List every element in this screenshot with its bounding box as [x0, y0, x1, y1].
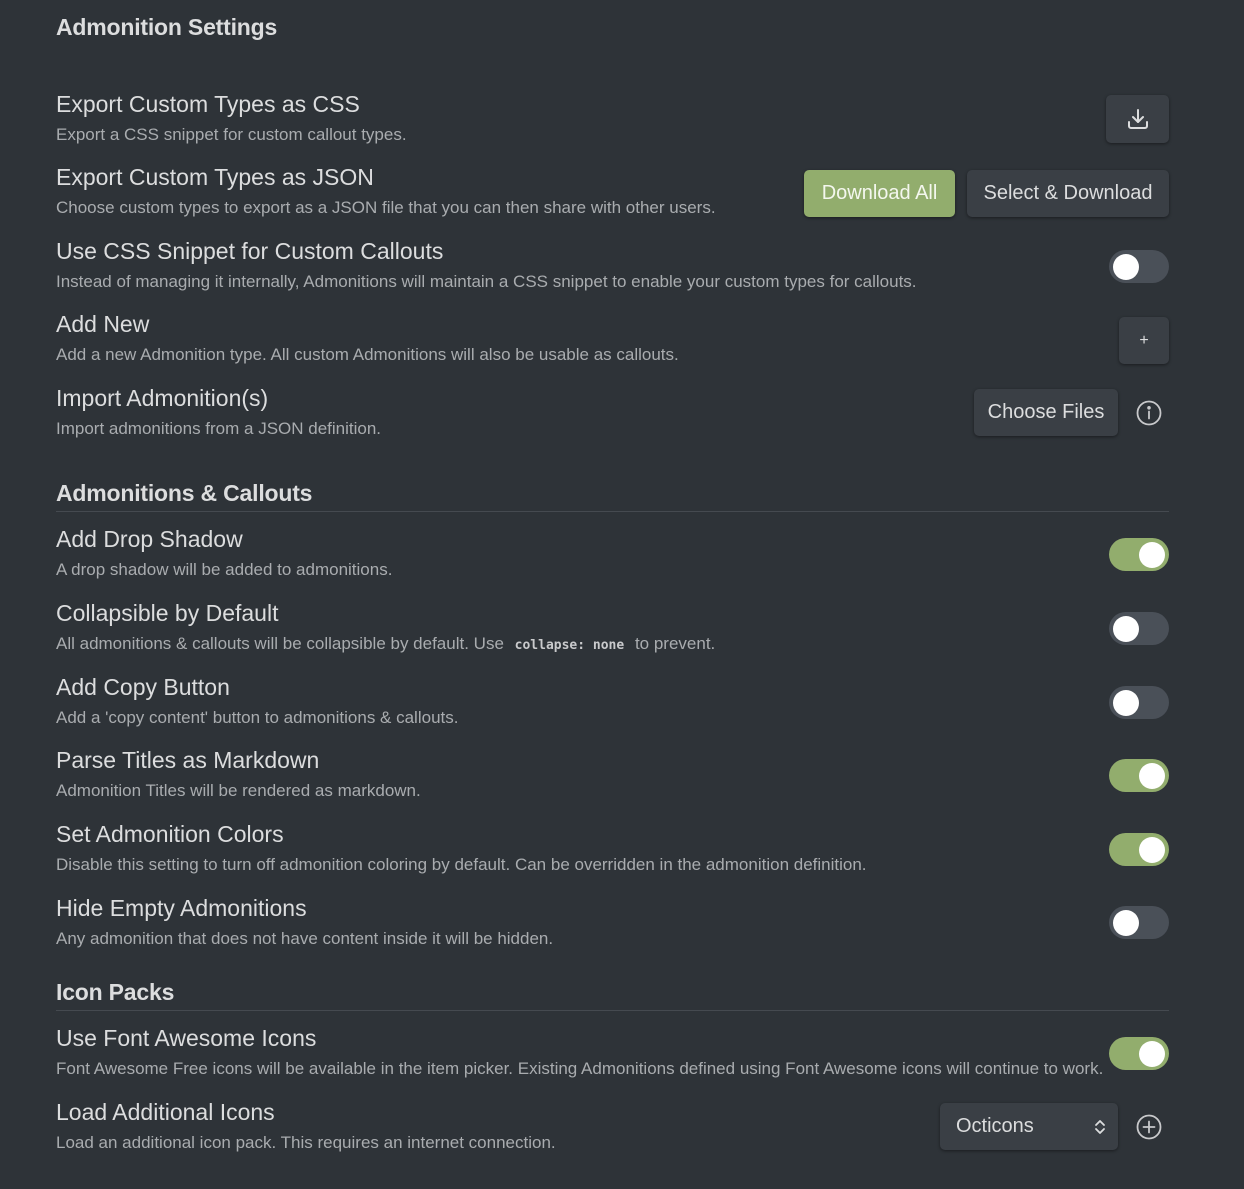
setting-name: Load Additional Icons — [56, 1099, 275, 1125]
setting-import: Import Admonition(s) Import admonitions … — [56, 385, 1169, 445]
setting-add-new: Add New Add a new Admonition type. All c… — [56, 311, 1169, 371]
section-heading-icon-packs: Icon Packs — [56, 979, 1169, 1011]
setting-description: A drop shadow will be added to admonitio… — [56, 560, 393, 579]
setting-css-snippet: Use CSS Snippet for Custom Callouts Inst… — [56, 238, 1169, 298]
setting-description: Load an additional icon pack. This requi… — [56, 1133, 556, 1152]
setting-description: Import admonitions from a JSON definitio… — [56, 419, 382, 438]
drop-shadow-toggle[interactable] — [1109, 538, 1169, 571]
icon-pack-select[interactable]: Octicons — [940, 1103, 1118, 1150]
toggle-knob — [1113, 616, 1139, 642]
setting-font-awesome: Use Font Awesome Icons Font Awesome Free… — [56, 1025, 1169, 1085]
setting-description: Export a CSS snippet for custom callout … — [56, 125, 407, 144]
setting-name: Parse Titles as Markdown — [56, 747, 320, 773]
setting-name: Add Drop Shadow — [56, 526, 243, 552]
setting-description: All admonitions & callouts will be colla… — [56, 634, 715, 654]
toggle-knob — [1113, 254, 1139, 280]
setting-name: Export Custom Types as CSS — [56, 91, 360, 117]
setting-name: Hide Empty Admonitions — [56, 895, 307, 921]
setting-name: Use Font Awesome Icons — [56, 1025, 317, 1051]
setting-name: Set Admonition Colors — [56, 821, 284, 847]
download-icon — [1127, 109, 1148, 129]
setting-collapsible: Collapsible by Default All admonitions &… — [56, 600, 1169, 660]
toggle-knob — [1139, 763, 1165, 789]
font-awesome-toggle[interactable] — [1109, 1037, 1169, 1070]
copy-button-toggle[interactable] — [1109, 686, 1169, 719]
toggle-knob — [1139, 542, 1165, 568]
toggle-knob — [1139, 1041, 1165, 1067]
collapsible-toggle[interactable] — [1109, 612, 1169, 645]
description-text: All admonitions & callouts will be colla… — [56, 634, 504, 653]
toggle-knob — [1113, 690, 1139, 716]
setting-copy-button: Add Copy Button Add a 'copy content' but… — [56, 674, 1169, 734]
setting-colors: Set Admonition Colors Disable this setti… — [56, 821, 1169, 881]
add-new-button[interactable]: + — [1119, 317, 1169, 364]
setting-name: Export Custom Types as JSON — [56, 164, 374, 190]
hide-empty-toggle[interactable] — [1109, 906, 1169, 939]
setting-description: Add a 'copy content' button to admonitio… — [56, 708, 459, 727]
setting-description: Add a new Admonition type. All custom Ad… — [56, 345, 679, 364]
setting-description: Any admonition that does not have conten… — [56, 929, 554, 948]
export-css-button[interactable] — [1106, 95, 1169, 143]
info-icon[interactable] — [1136, 400, 1162, 426]
css-snippet-toggle[interactable] — [1109, 250, 1169, 283]
setting-hide-empty: Hide Empty Admonitions Any admonition th… — [56, 895, 1169, 955]
setting-parse-titles: Parse Titles as Markdown Admonition Titl… — [56, 747, 1169, 807]
colors-toggle[interactable] — [1109, 833, 1169, 866]
inline-code: collapse: none — [514, 638, 625, 653]
setting-name: Add Copy Button — [56, 674, 230, 700]
setting-name: Add New — [56, 311, 150, 337]
select-value: Octicons — [956, 1115, 1034, 1137]
select-download-button[interactable]: Select & Download — [967, 170, 1169, 217]
choose-files-button[interactable]: Choose Files — [974, 389, 1118, 436]
section-heading-admonitions-callouts: Admonitions & Callouts — [56, 480, 1169, 512]
toggle-knob — [1113, 910, 1139, 936]
parse-titles-toggle[interactable] — [1109, 759, 1169, 792]
setting-export-json: Export Custom Types as JSON Choose custo… — [56, 164, 1169, 224]
setting-export-css: Export Custom Types as CSS Export a CSS … — [56, 91, 1169, 151]
plus-circle-icon[interactable] — [1136, 1114, 1162, 1140]
setting-description: Font Awesome Free icons will be availabl… — [56, 1059, 1104, 1078]
download-all-button[interactable]: Download All — [804, 170, 955, 217]
setting-additional-icons: Load Additional Icons Load an additional… — [56, 1099, 1169, 1159]
setting-name: Use CSS Snippet for Custom Callouts — [56, 238, 444, 264]
setting-name: Collapsible by Default — [56, 600, 279, 626]
setting-description: Admonition Titles will be rendered as ma… — [56, 781, 421, 800]
description-text: to prevent. — [634, 634, 716, 653]
toggle-knob — [1139, 837, 1165, 863]
page-title: Admonition Settings — [56, 14, 278, 40]
setting-description: Disable this setting to turn off admonit… — [56, 855, 867, 874]
chevron-updown-icon — [1095, 1119, 1105, 1134]
setting-description: Choose custom types to export as a JSON … — [56, 198, 716, 217]
setting-name: Import Admonition(s) — [56, 385, 269, 411]
setting-drop-shadow: Add Drop Shadow A drop shadow will be ad… — [56, 526, 1169, 586]
setting-description: Instead of managing it internally, Admon… — [56, 272, 917, 291]
